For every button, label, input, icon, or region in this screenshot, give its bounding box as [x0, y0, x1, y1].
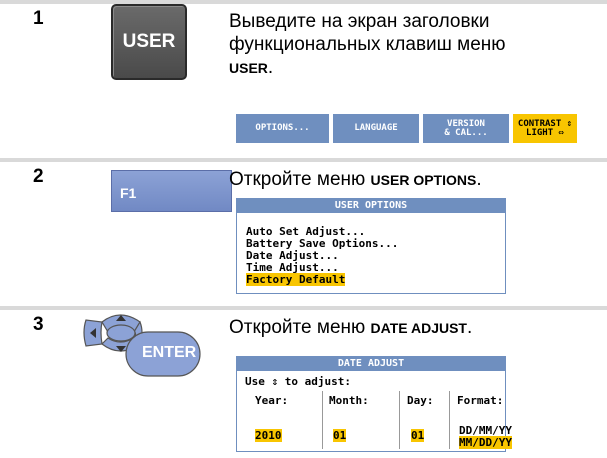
format-option-mmddyy[interactable]: MM/DD/YY: [459, 436, 512, 449]
step-1-number: 1: [33, 8, 44, 29]
step-2-text: Откройте меню: [229, 169, 371, 190]
day-value[interactable]: 01: [411, 429, 425, 442]
softkey-contrast-line2: LIGHT ⇔: [526, 127, 564, 138]
step-3-instruction: Откройте меню DATE ADJUST.: [229, 316, 599, 340]
step-2-instruction: Откройте меню USER OPTIONS.: [229, 168, 599, 192]
step-3-end: .: [466, 317, 473, 338]
f1-key-button[interactable]: F1: [111, 170, 232, 212]
user-options-title: USER OPTIONS: [237, 199, 505, 213]
step-3-bold: DATE ADJUST: [370, 320, 467, 336]
date-adjust-hint: Use ⇕ to adjust:: [245, 375, 351, 388]
step-3-text: Откройте меню: [229, 317, 371, 338]
step-1-end: .: [267, 57, 274, 78]
user-key-button[interactable]: USER: [111, 4, 187, 80]
day-header: Day:: [407, 394, 434, 407]
softkey-version-line2: & CAL...: [444, 127, 488, 138]
enter-key-label: ENTER: [142, 344, 197, 361]
softkey-options[interactable]: OPTIONS...: [236, 114, 329, 143]
step-3-number: 3: [33, 314, 44, 335]
step-2-number: 2: [33, 166, 44, 187]
date-adjust-screen: DATE ADJUST Use ⇕ to adjust: Year: Month…: [236, 356, 512, 452]
softkey-options-label: OPTIONS...: [255, 123, 310, 133]
month-header: Month:: [329, 394, 369, 407]
month-value[interactable]: 01: [333, 429, 347, 442]
date-adjust-title: DATE ADJUST: [237, 357, 505, 371]
menu-item-factory-default[interactable]: Factory Default: [237, 273, 505, 286]
format-header: Format:: [457, 394, 504, 407]
user-options-screen: USER OPTIONS Auto Set Adjust... Battery …: [236, 198, 506, 294]
softkey-bar: OPTIONS... LANGUAGE VERSION & CAL... CON…: [236, 114, 607, 143]
softkey-language-label: LANGUAGE: [354, 123, 398, 133]
year-header: Year:: [255, 394, 289, 407]
step-1-text: Выведите на экран заголовки функциональн…: [229, 11, 506, 55]
navigation-pad[interactable]: ENTER: [82, 310, 204, 382]
softkey-language[interactable]: LANGUAGE: [333, 114, 419, 143]
factory-default-label: Factory Default: [246, 273, 346, 286]
step-1-bar: [0, 0, 607, 4]
step-2-bold: USER OPTIONS: [370, 172, 477, 188]
step-2-end: .: [476, 169, 482, 190]
step-2-bar: [0, 158, 607, 162]
softkey-contrast[interactable]: CONTRAST ⇕ LIGHT ⇔: [513, 114, 577, 143]
step-1-instruction: Выведите на экран заголовки функциональн…: [229, 10, 549, 80]
year-value[interactable]: 2010: [255, 429, 282, 442]
step-1-bold: USER: [229, 60, 268, 76]
softkey-version[interactable]: VERSION & CAL...: [423, 114, 509, 143]
